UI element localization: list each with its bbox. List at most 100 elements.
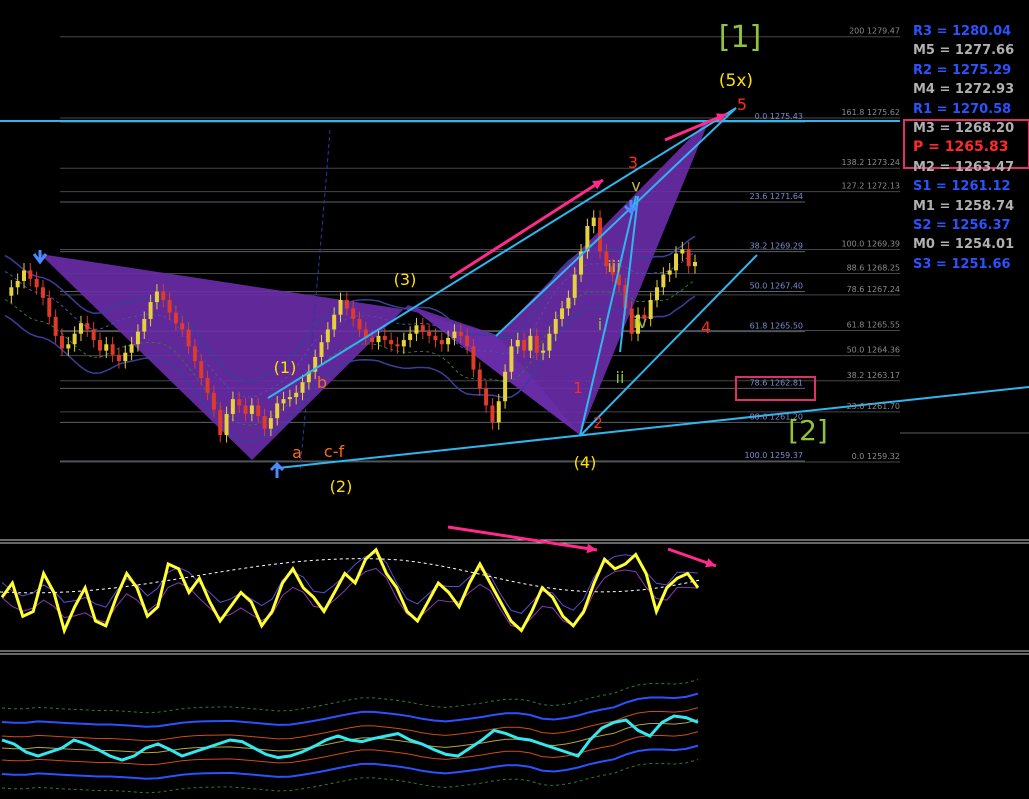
candle-body [192, 346, 197, 362]
candle-body [338, 299, 343, 315]
candle-body [123, 352, 128, 362]
wave-label: (4) [574, 453, 597, 472]
candle-body [686, 249, 691, 267]
candle-body [91, 329, 96, 341]
candle-body [414, 325, 419, 334]
wave-label: [1] [719, 20, 762, 55]
wave-label: 1 [573, 379, 583, 397]
candle-body [218, 409, 223, 436]
fib-label-right: 78.6 1267.24 [847, 285, 900, 294]
candle-body [376, 335, 381, 343]
candle-body [47, 297, 52, 317]
pivot-level: M3 = 1268.20 [913, 121, 1015, 136]
candle-body [477, 369, 482, 389]
candle-body [439, 340, 444, 345]
wave-label: [2] [788, 414, 828, 447]
candle-body [452, 331, 457, 338]
wave-label: 2 [593, 414, 603, 432]
fib-label-right: 127.2 1272.13 [841, 182, 900, 191]
wave-label: (2) [330, 477, 353, 496]
wave-label: (5x) [719, 71, 753, 91]
candle-body [294, 392, 299, 398]
candle-body [142, 318, 147, 332]
candle-body [667, 270, 672, 275]
candle-body [110, 344, 115, 355]
candle-body [224, 413, 229, 436]
candle-body [53, 316, 58, 336]
fib-label-left: 61.8 1265.50 [750, 322, 803, 331]
candle-body [389, 340, 394, 345]
candle-body [275, 403, 280, 419]
fib-label-left: 38.2 1269.29 [750, 242, 803, 251]
candle-body [351, 308, 356, 319]
candle-body [319, 342, 324, 357]
pivot-level: R2 = 1275.29 [913, 62, 1012, 78]
candle-body [496, 401, 501, 423]
wave-label: (1) [274, 358, 297, 377]
fib-label-right: 38.2 1263.17 [847, 371, 900, 380]
fib-label-right: 50.0 1264.36 [847, 346, 900, 355]
candle-body [28, 270, 33, 279]
pivot-level: R3 = 1280.04 [913, 24, 1012, 39]
fib-label-right: 23.6 1261.70 [847, 402, 900, 411]
candle-body [490, 405, 495, 423]
candle-body [256, 405, 261, 417]
wave-label: 4 [701, 318, 711, 337]
pivot-level: M1 = 1258.74 [913, 198, 1015, 214]
fib-label-left: 100.0 1259.37 [744, 451, 803, 460]
candle-body [237, 399, 242, 406]
candle-body [211, 392, 216, 410]
fib-label-right: 200 1279.47 [849, 27, 900, 36]
fib-label-right: 138.2 1273.24 [841, 158, 900, 167]
pivot-level: M5 = 1277.66 [913, 43, 1015, 59]
candle-body [509, 346, 514, 372]
candle-body [135, 331, 140, 345]
candle-body [541, 350, 546, 353]
fib-label-left: 23.6 1271.64 [750, 192, 803, 201]
candle-body [230, 399, 235, 414]
wave-label: v [631, 176, 640, 195]
candle-body [148, 302, 153, 319]
wave-label: b [317, 373, 327, 392]
candle-body [21, 270, 26, 281]
candle-body [34, 278, 39, 288]
wave-label: a [292, 443, 302, 462]
candle-body [78, 323, 83, 334]
candle-body [186, 329, 191, 347]
candle-body [534, 335, 539, 353]
candle-body [370, 337, 375, 343]
wave-label: i [598, 315, 602, 334]
wave-label: c-f [324, 442, 345, 461]
candle-body [85, 323, 90, 330]
pivot-level: M4 = 1272.93 [913, 82, 1015, 98]
pivot-level: M0 = 1254.01 [913, 237, 1015, 253]
chart-background [0, 0, 1029, 799]
chart-canvas: 0.0 1275.43 23.6 1271.64 38.2 1269.29 50.0 … [0, 0, 1029, 799]
pivot-level: S3 = 1251.66 [913, 256, 1011, 272]
candle-body [401, 340, 406, 347]
fib-label-right: 161.8 1275.62 [841, 108, 900, 117]
candle-body [674, 253, 679, 271]
candle-body [357, 318, 362, 330]
candle-body [180, 323, 185, 330]
wave-label: iii [607, 257, 620, 276]
candle-body [281, 399, 286, 404]
fib-label-left: 0.0 1275.43 [755, 112, 803, 121]
candle-body [325, 329, 330, 343]
candle-body [446, 337, 451, 345]
candle-body [522, 340, 527, 351]
candle-body [344, 299, 349, 309]
candle-body [262, 416, 267, 429]
candle-body [15, 280, 20, 288]
candle-body [104, 344, 109, 351]
pivot-level: M2 = 1263.47 [913, 159, 1015, 175]
candle-body [395, 344, 400, 347]
fib-label-left: 50.0 1267.40 [750, 282, 803, 291]
candle-body [572, 274, 577, 298]
candle-body [648, 299, 653, 319]
wave-label: iv [633, 313, 647, 332]
candle-body [382, 335, 387, 341]
pivot-level: R1 = 1270.58 [913, 101, 1012, 117]
candle-body [528, 335, 533, 351]
candle-body [420, 325, 425, 332]
